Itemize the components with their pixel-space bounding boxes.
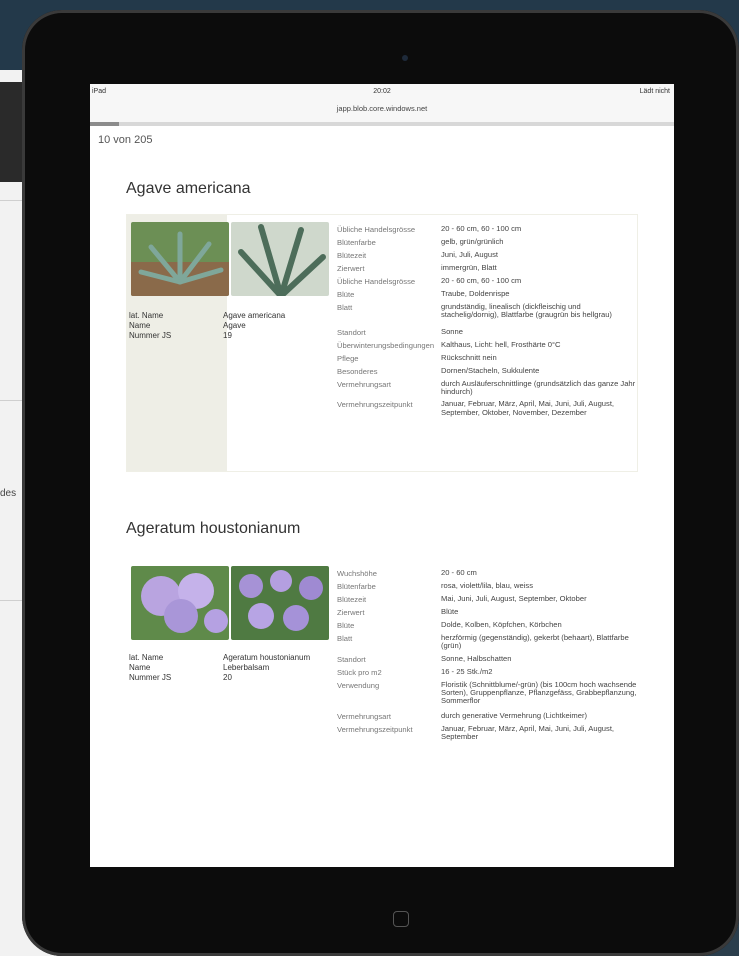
prop-key: Zierwert [337, 608, 365, 617]
prop-key: Standort [337, 327, 366, 337]
info-label: Nummer JS [129, 673, 172, 682]
prop-key: Blatt [337, 303, 353, 312]
prop-value: herzförmig (gegenständig), gekerbt (beha… [441, 633, 629, 651]
address-bar[interactable]: japp.blob.core.windows.net [90, 100, 674, 122]
home-button[interactable] [393, 911, 409, 927]
prop-value: Mai, Juni, Juli, August, September, Okto… [441, 594, 587, 603]
prop-key: Blatt [337, 634, 353, 643]
plant-info: lat. Name Agave americana Name Agave Numme… [127, 311, 285, 341]
info-label: Nummer JS [129, 331, 172, 340]
prop-value: Januar, Februar, März, April, Mai, Juni,… [441, 399, 615, 417]
prop-value: Januar, Februar, März, April, Mai, Juni,… [441, 723, 615, 742]
ageratum-photo-2 [231, 566, 329, 640]
prop-value: grundständig, linealisch (dickfleischig … [441, 302, 612, 320]
prop-value: immergrün, Blatt [441, 263, 497, 272]
info-label: lat. Name [129, 653, 164, 662]
ageratum-photo-1 [131, 566, 229, 640]
status-bar: iPad 20:02 Lädt nicht [90, 84, 674, 100]
prop-value: 20 - 60 cm, 60 - 100 cm [441, 276, 522, 285]
prop-value: durch Ausläuferschnittlinge (grundsätzli… [441, 378, 636, 397]
prop-key: Blüte [337, 621, 355, 630]
prop-key: Wuchshöhe [337, 569, 377, 578]
prop-key: Vermehrungszeitpunkt [337, 400, 413, 410]
info-label: lat. Name [129, 311, 164, 320]
prop-key: Überwinterungsbedingungen [337, 340, 435, 350]
prop-value: Dolde, Kolben, Köpfchen, Körbchen [441, 620, 562, 629]
prop-key: Standort [337, 654, 366, 664]
plant-title: Agave americana [126, 180, 251, 197]
agave-photo-2 [231, 222, 329, 296]
progress-fill [90, 122, 120, 126]
info-label: Name [129, 321, 151, 330]
info-value: Leberbalsam [223, 663, 270, 672]
info-value: 19 [223, 331, 232, 340]
prop-value: Traube, Doldenrispe [441, 289, 510, 298]
prop-value: Sonne [441, 326, 463, 336]
plant-card: lat. Name Agave americana Name Agave Numme… [126, 214, 638, 472]
plant-card: lat. Name Ageratum houstonianum Name Leber… [126, 558, 638, 770]
prop-key: Vermehrungsart [337, 711, 392, 721]
prop-key: Stück pro m2 [337, 667, 382, 677]
info-value: Ageratum houstonianum [223, 653, 311, 662]
prop-value: 20 - 60 cm [441, 568, 477, 577]
prop-key: Blüte [337, 290, 355, 299]
prop-value: Dornen/Stacheln, Sukkulente [441, 365, 540, 375]
prop-value: durch generative Vermehrung (Lichtkeimer… [441, 710, 588, 720]
prop-key: Vermehrungszeitpunkt [337, 724, 413, 734]
info-value: Agave americana [223, 311, 286, 320]
prop-value: Sonne, Halbschatten [441, 653, 512, 663]
prop-key: Blütezeit [337, 595, 367, 604]
prop-value: Kalthaus, Licht: hell, Frosthärte 0°C [441, 339, 561, 349]
prop-value: Juni, Juli, August [441, 250, 498, 259]
prop-key: Übliche Handelsgrösse [337, 277, 416, 286]
prop-key: Pflege [337, 353, 359, 363]
prop-key: Blütenfarbe [337, 582, 376, 591]
plant-properties: Wuchshöhe 20 - 60 cm Blütenfarbe rosa, vio… [337, 568, 637, 745]
info-value: Agave [223, 321, 246, 330]
plant-properties: Übliche Handelsgrösse 20 - 60 cm, 60 - 10… [337, 224, 637, 421]
background-text: des [0, 488, 17, 499]
prop-key: Übliche Handelsgrösse [337, 225, 416, 234]
page-counter: 10 von 205 [98, 134, 153, 146]
loading-progress-bar [90, 122, 674, 126]
prop-key: Blütezeit [337, 251, 367, 260]
ipad-screen: iPad 20:02 Lädt nicht japp.blob.core.win… [90, 84, 674, 867]
info-value: 20 [223, 673, 232, 682]
prop-value: 20 - 60 cm, 60 - 100 cm [441, 224, 522, 233]
prop-key: Verwendung [337, 680, 380, 690]
plant-info: lat. Name Ageratum houstonianum Name Leber… [127, 653, 310, 683]
prop-value: Blüte [441, 607, 459, 616]
prop-value: Rückschnitt nein [441, 352, 497, 362]
url-text: japp.blob.core.windows.net [336, 104, 428, 113]
prop-value: gelb, grün/grünlich [441, 237, 504, 246]
prop-key: Zierwert [337, 264, 365, 273]
agave-photo-1 [131, 222, 229, 296]
prop-key: Besonderes [337, 366, 378, 376]
prop-key: Blütenfarbe [337, 238, 376, 247]
status-time: 20:02 [373, 88, 391, 95]
info-label: Name [129, 663, 151, 672]
prop-key: Vermehrungsart [337, 379, 392, 389]
camera-icon [402, 55, 408, 61]
plant-title: Ageratum houstonianum [126, 520, 301, 537]
prop-value: 16 - 25 Stk./m2 [441, 666, 493, 676]
prop-value: Floristik (Schnittblume/-grün) (bis 100c… [441, 679, 637, 706]
prop-value: rosa, violett/lila, blau, weiss [441, 581, 534, 590]
battery-status: Lädt nicht [639, 88, 670, 95]
